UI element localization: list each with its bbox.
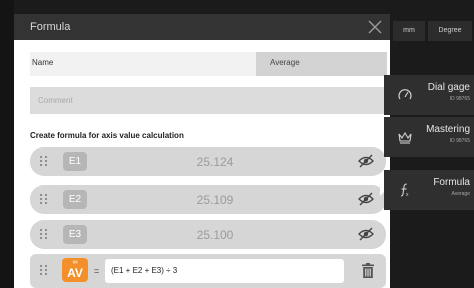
panel-item-title: Dial gage: [427, 82, 470, 93]
section-heading: Create formula for axis value calculatio…: [30, 131, 184, 140]
formula-icon: x: [398, 183, 412, 198]
close-icon[interactable]: [364, 16, 386, 38]
result-tag: ∞ AV: [62, 258, 88, 282]
equals-sign: =: [94, 266, 100, 276]
name-value: Average: [270, 58, 300, 67]
variable-tag: E1: [63, 152, 87, 171]
unit-mm-button[interactable]: mm: [393, 21, 425, 41]
gauge-icon: [398, 88, 412, 102]
drag-handle-icon[interactable]: [40, 265, 47, 276]
panel-item-subtitle: Average: [451, 191, 470, 197]
name-label: Name: [32, 58, 54, 67]
variable-row-e3[interactable]: E3 25.100: [30, 220, 386, 249]
drag-handle-icon[interactable]: [40, 194, 47, 205]
variable-row-e2[interactable]: E2 25.109: [30, 185, 386, 214]
crown-icon: [398, 130, 412, 144]
formula-row[interactable]: ∞ AV = (E1 + E2 + E3) ÷ 3: [30, 254, 386, 288]
drag-handle-icon[interactable]: [40, 229, 47, 240]
comment-input[interactable]: Comment: [30, 87, 387, 114]
visibility-off-icon[interactable]: [358, 154, 374, 168]
name-field-row: Name Average: [30, 52, 387, 76]
infinity-icon: ∞: [72, 259, 78, 266]
panel-item-title: Formula: [433, 177, 470, 188]
panel-item-formula[interactable]: x Formula Average: [384, 170, 474, 210]
dialog-header: Formula: [14, 14, 390, 40]
formula-dialog: Formula Name Average Comment Create form…: [14, 14, 390, 288]
visibility-off-icon[interactable]: [358, 192, 374, 206]
panel-item-mastering[interactable]: Mastering ID 98765: [384, 117, 474, 157]
formula-input[interactable]: (E1 + E2 + E3) ÷ 3: [105, 259, 344, 283]
unit-degree-button[interactable]: Degree: [428, 21, 472, 41]
formula-text: (E1 + E2 + E3) ÷ 3: [111, 266, 178, 275]
variable-value: 25.100: [196, 228, 234, 242]
panel-item-title: Mastering: [426, 124, 470, 135]
variable-tag: E3: [63, 225, 87, 244]
drag-handle-icon[interactable]: [40, 156, 47, 167]
panel-item-subtitle: ID 98765: [449, 138, 470, 144]
panel-item-dial-gage[interactable]: Dial gage ID 98765: [384, 75, 474, 115]
variable-tag: E2: [63, 190, 87, 209]
svg-text:x: x: [406, 192, 409, 197]
left-edge: [0, 0, 14, 288]
variable-value: 25.124: [196, 155, 234, 169]
result-label: AV: [67, 266, 83, 280]
panel-item-subtitle: ID 98765: [449, 96, 470, 102]
name-input[interactable]: Average: [256, 52, 387, 76]
dialog-title: Formula: [30, 21, 71, 33]
visibility-off-icon[interactable]: [358, 227, 374, 241]
variable-value: 25.109: [196, 193, 234, 207]
trash-icon[interactable]: [362, 263, 374, 278]
comment-placeholder: Comment: [38, 96, 73, 105]
variable-row-e1[interactable]: E1 25.124: [30, 147, 386, 176]
